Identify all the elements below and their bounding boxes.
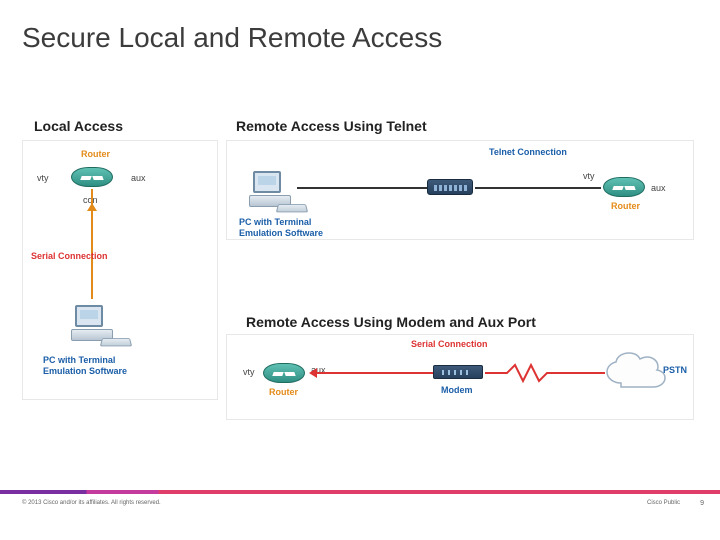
router-label: Router <box>81 149 110 159</box>
subhead-local: Local Access <box>34 118 123 134</box>
keyboard-icon <box>100 338 132 346</box>
switch-icon <box>427 179 473 195</box>
panel-modem: Serial Connection vty aux Router Modem P… <box>226 334 694 420</box>
arrow-up-icon <box>87 203 97 211</box>
page-number: 9 <box>700 500 704 507</box>
pstn-label: PSTN <box>663 365 687 375</box>
vty-label: vty <box>37 173 49 183</box>
router-icon <box>71 167 113 187</box>
footer-accent-bar <box>0 490 720 494</box>
link-pc-switch <box>297 187 427 189</box>
keyboard-telnet-icon <box>276 204 308 212</box>
copyright-text: © 2013 Cisco and/or its affiliates. All … <box>22 500 161 506</box>
pc-telnet-icon <box>249 171 291 207</box>
aux-telnet-label: aux <box>651 183 666 193</box>
modem-label: Modem <box>441 385 473 395</box>
slide: Secure Local and Remote Access Local Acc… <box>0 0 720 540</box>
panel-telnet: Telnet Connection PC with Terminal Emula… <box>226 140 694 240</box>
zigzag-line-icon <box>485 363 605 385</box>
aux-label: aux <box>131 173 146 183</box>
serial-modem-label: Serial Connection <box>411 339 488 349</box>
cisco-public-text: Cisco Public <box>647 500 680 506</box>
pc-label: PC with Terminal Emulation Software <box>43 355 127 377</box>
modem-icon <box>433 365 483 379</box>
link-switch-router <box>475 187 601 189</box>
subhead-telnet: Remote Access Using Telnet <box>236 118 427 134</box>
page-title: Secure Local and Remote Access <box>22 22 442 54</box>
serial-label: Serial Connection <box>31 251 108 261</box>
router-telnet-label: Router <box>611 201 640 211</box>
vty-modem-label: vty <box>243 367 255 377</box>
vty-telnet-label: vty <box>583 171 595 181</box>
router-modem-label: Router <box>269 387 298 397</box>
telnet-conn-label: Telnet Connection <box>489 147 567 157</box>
subhead-modem: Remote Access Using Modem and Aux Port <box>246 314 536 330</box>
panel-local: Router vty aux con Serial Connection PC … <box>22 140 218 400</box>
router-telnet-icon <box>603 177 645 197</box>
router-modem-icon <box>263 363 305 383</box>
pc-telnet-label: PC with Terminal Emulation Software <box>239 217 323 239</box>
arrow-left-icon <box>309 368 317 378</box>
pc-icon <box>71 305 113 341</box>
link-router-modem <box>317 372 433 374</box>
